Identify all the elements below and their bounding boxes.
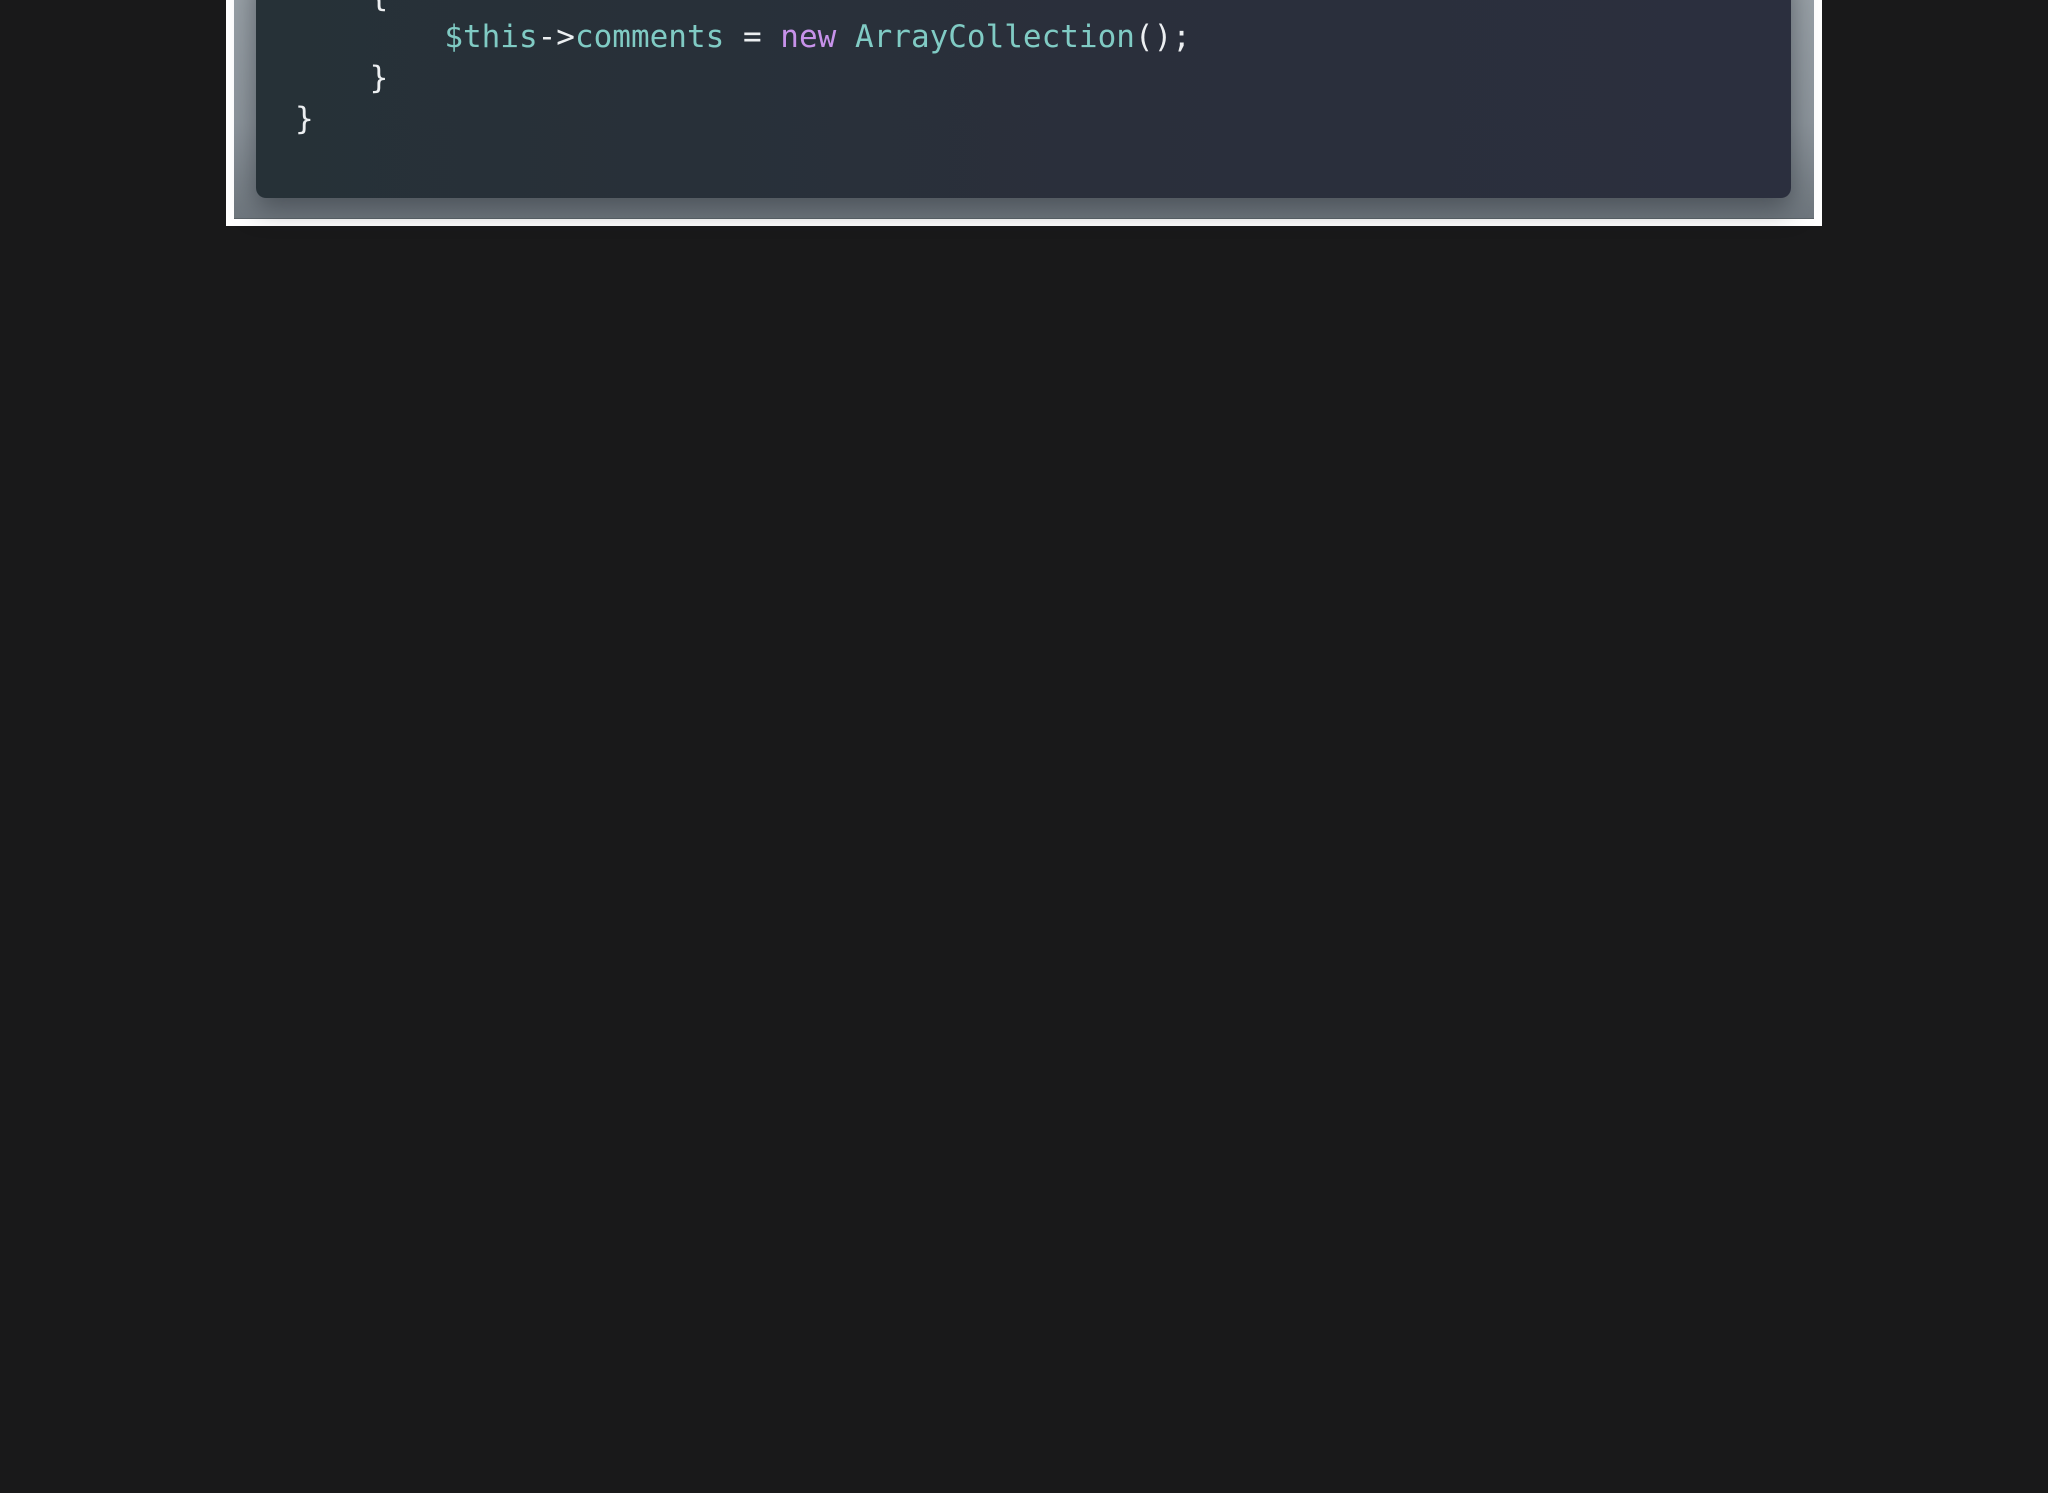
code-token: new (780, 19, 837, 55)
code-line: { (295, 0, 1191, 17)
page: { $this->comments = new ArrayCollection(… (0, 0, 2048, 1493)
code-token: comments (574, 19, 725, 55)
code-line: } (295, 58, 1191, 99)
code-token: } (295, 101, 314, 137)
code-token: (); (1134, 19, 1191, 55)
code-line: $this->comments = new ArrayCollection(); (295, 17, 1191, 58)
code-token: { (370, 0, 389, 14)
code-token: } (369, 60, 389, 96)
code-line: } (295, 99, 1191, 140)
code-token: $this (444, 19, 538, 55)
code-listing: { $this->comments = new ArrayCollection(… (295, 0, 1191, 140)
code-token: ArrayCollection (854, 19, 1135, 55)
code-token: = (724, 19, 781, 55)
code-token: -> (537, 19, 575, 55)
